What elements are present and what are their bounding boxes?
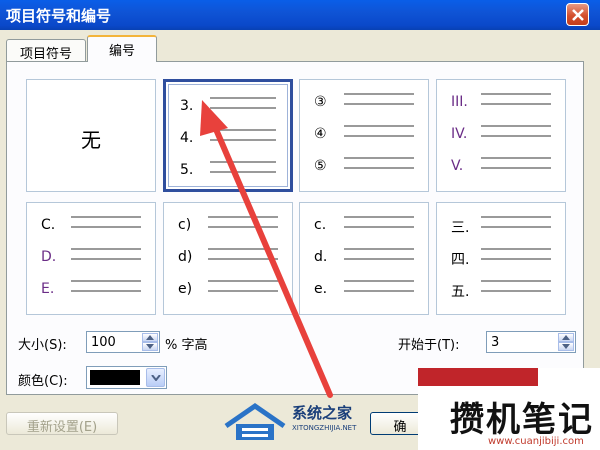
size-label: 大小(S): xyxy=(18,338,67,353)
start-at-down-button[interactable] xyxy=(558,342,574,351)
size-down-button[interactable] xyxy=(142,342,158,351)
color-swatch xyxy=(90,370,140,385)
color-dropdown[interactable] xyxy=(86,366,167,389)
numbering-option-chinese[interactable]: 三. 四. 五. xyxy=(436,202,566,315)
start-at-label: 开始于(T): xyxy=(398,338,460,353)
list-item: 3. xyxy=(180,96,280,116)
watermark-cuanjibiji: 攒机笔记 www.cuanjibiji.com xyxy=(418,368,600,450)
list-item: c) xyxy=(178,215,282,235)
numbering-option-lower-paren[interactable]: c) d) e) xyxy=(163,202,293,315)
list-item: e. xyxy=(314,279,418,299)
list-item: ⑤ xyxy=(314,156,418,176)
list-item: III. xyxy=(451,92,555,112)
list-item: d. xyxy=(314,247,418,267)
watermark-left-sub: XITONGZHIJIA.NET xyxy=(292,424,357,432)
start-at-value: 3 xyxy=(491,335,500,350)
none-label: 无 xyxy=(81,128,101,152)
color-dropdown-button[interactable] xyxy=(146,368,165,387)
close-button[interactable] xyxy=(566,3,589,26)
chevron-down-icon xyxy=(146,344,154,349)
list-item: c. xyxy=(314,215,418,235)
list-item: ③ xyxy=(314,92,418,112)
numbering-option-lower-alpha[interactable]: c. d. e. xyxy=(299,202,429,315)
size-value: 100 xyxy=(91,335,116,350)
reset-button[interactable]: 重新设置(E) xyxy=(6,412,118,435)
chevron-down-icon xyxy=(562,344,570,349)
chevron-down-icon xyxy=(151,375,161,381)
list-item: E. xyxy=(41,279,145,299)
list-item: 五. xyxy=(451,279,555,300)
chevron-up-icon xyxy=(146,335,154,340)
size-stepper[interactable]: 100 xyxy=(86,331,160,353)
list-item: 5. xyxy=(180,160,280,180)
chevron-up-icon xyxy=(562,335,570,340)
list-item: 四. xyxy=(451,247,555,268)
numbering-option-upper-alpha[interactable]: C. D. E. xyxy=(26,202,156,315)
start-at-up-button[interactable] xyxy=(558,333,574,342)
numbering-option-arabic[interactable]: 3. 4. 5. xyxy=(163,79,293,192)
list-item: ④ xyxy=(314,124,418,144)
watermark-right-sub: www.cuanjibiji.com xyxy=(488,436,584,447)
list-item: C. xyxy=(41,215,145,235)
watermark-right-title: 攒机笔记 xyxy=(450,400,594,440)
color-label: 颜色(C): xyxy=(18,374,68,389)
start-at-stepper[interactable]: 3 xyxy=(486,331,576,353)
tab-numbering[interactable]: 编号 xyxy=(87,35,157,62)
size-up-button[interactable] xyxy=(142,333,158,342)
list-item: V. xyxy=(451,156,555,176)
watermark-xitongzhijia: 系统之家 XITONGZHIJIA.NET xyxy=(222,400,382,450)
watermark-banner xyxy=(418,368,538,386)
list-item: 4. xyxy=(180,128,280,148)
list-item: 三. xyxy=(451,215,555,236)
numbering-option-circled[interactable]: ③ ④ ⑤ xyxy=(299,79,429,192)
tab-bullets[interactable]: 项目符号 xyxy=(6,39,86,62)
window-title: 项目符号和编号 xyxy=(6,7,112,25)
house-logo-icon xyxy=(224,402,286,440)
numbering-option-roman[interactable]: III. IV. V. xyxy=(436,79,566,192)
size-unit: % 字高 xyxy=(165,338,208,353)
list-item: d) xyxy=(178,247,282,267)
watermark-left-title: 系统之家 xyxy=(292,404,353,422)
list-item: IV. xyxy=(451,124,555,144)
numbering-option-none[interactable]: 无 xyxy=(26,79,156,192)
list-item: D. xyxy=(41,247,145,267)
close-icon xyxy=(572,9,584,21)
title-bar: 项目符号和编号 xyxy=(0,0,600,30)
list-item: e) xyxy=(178,279,282,299)
